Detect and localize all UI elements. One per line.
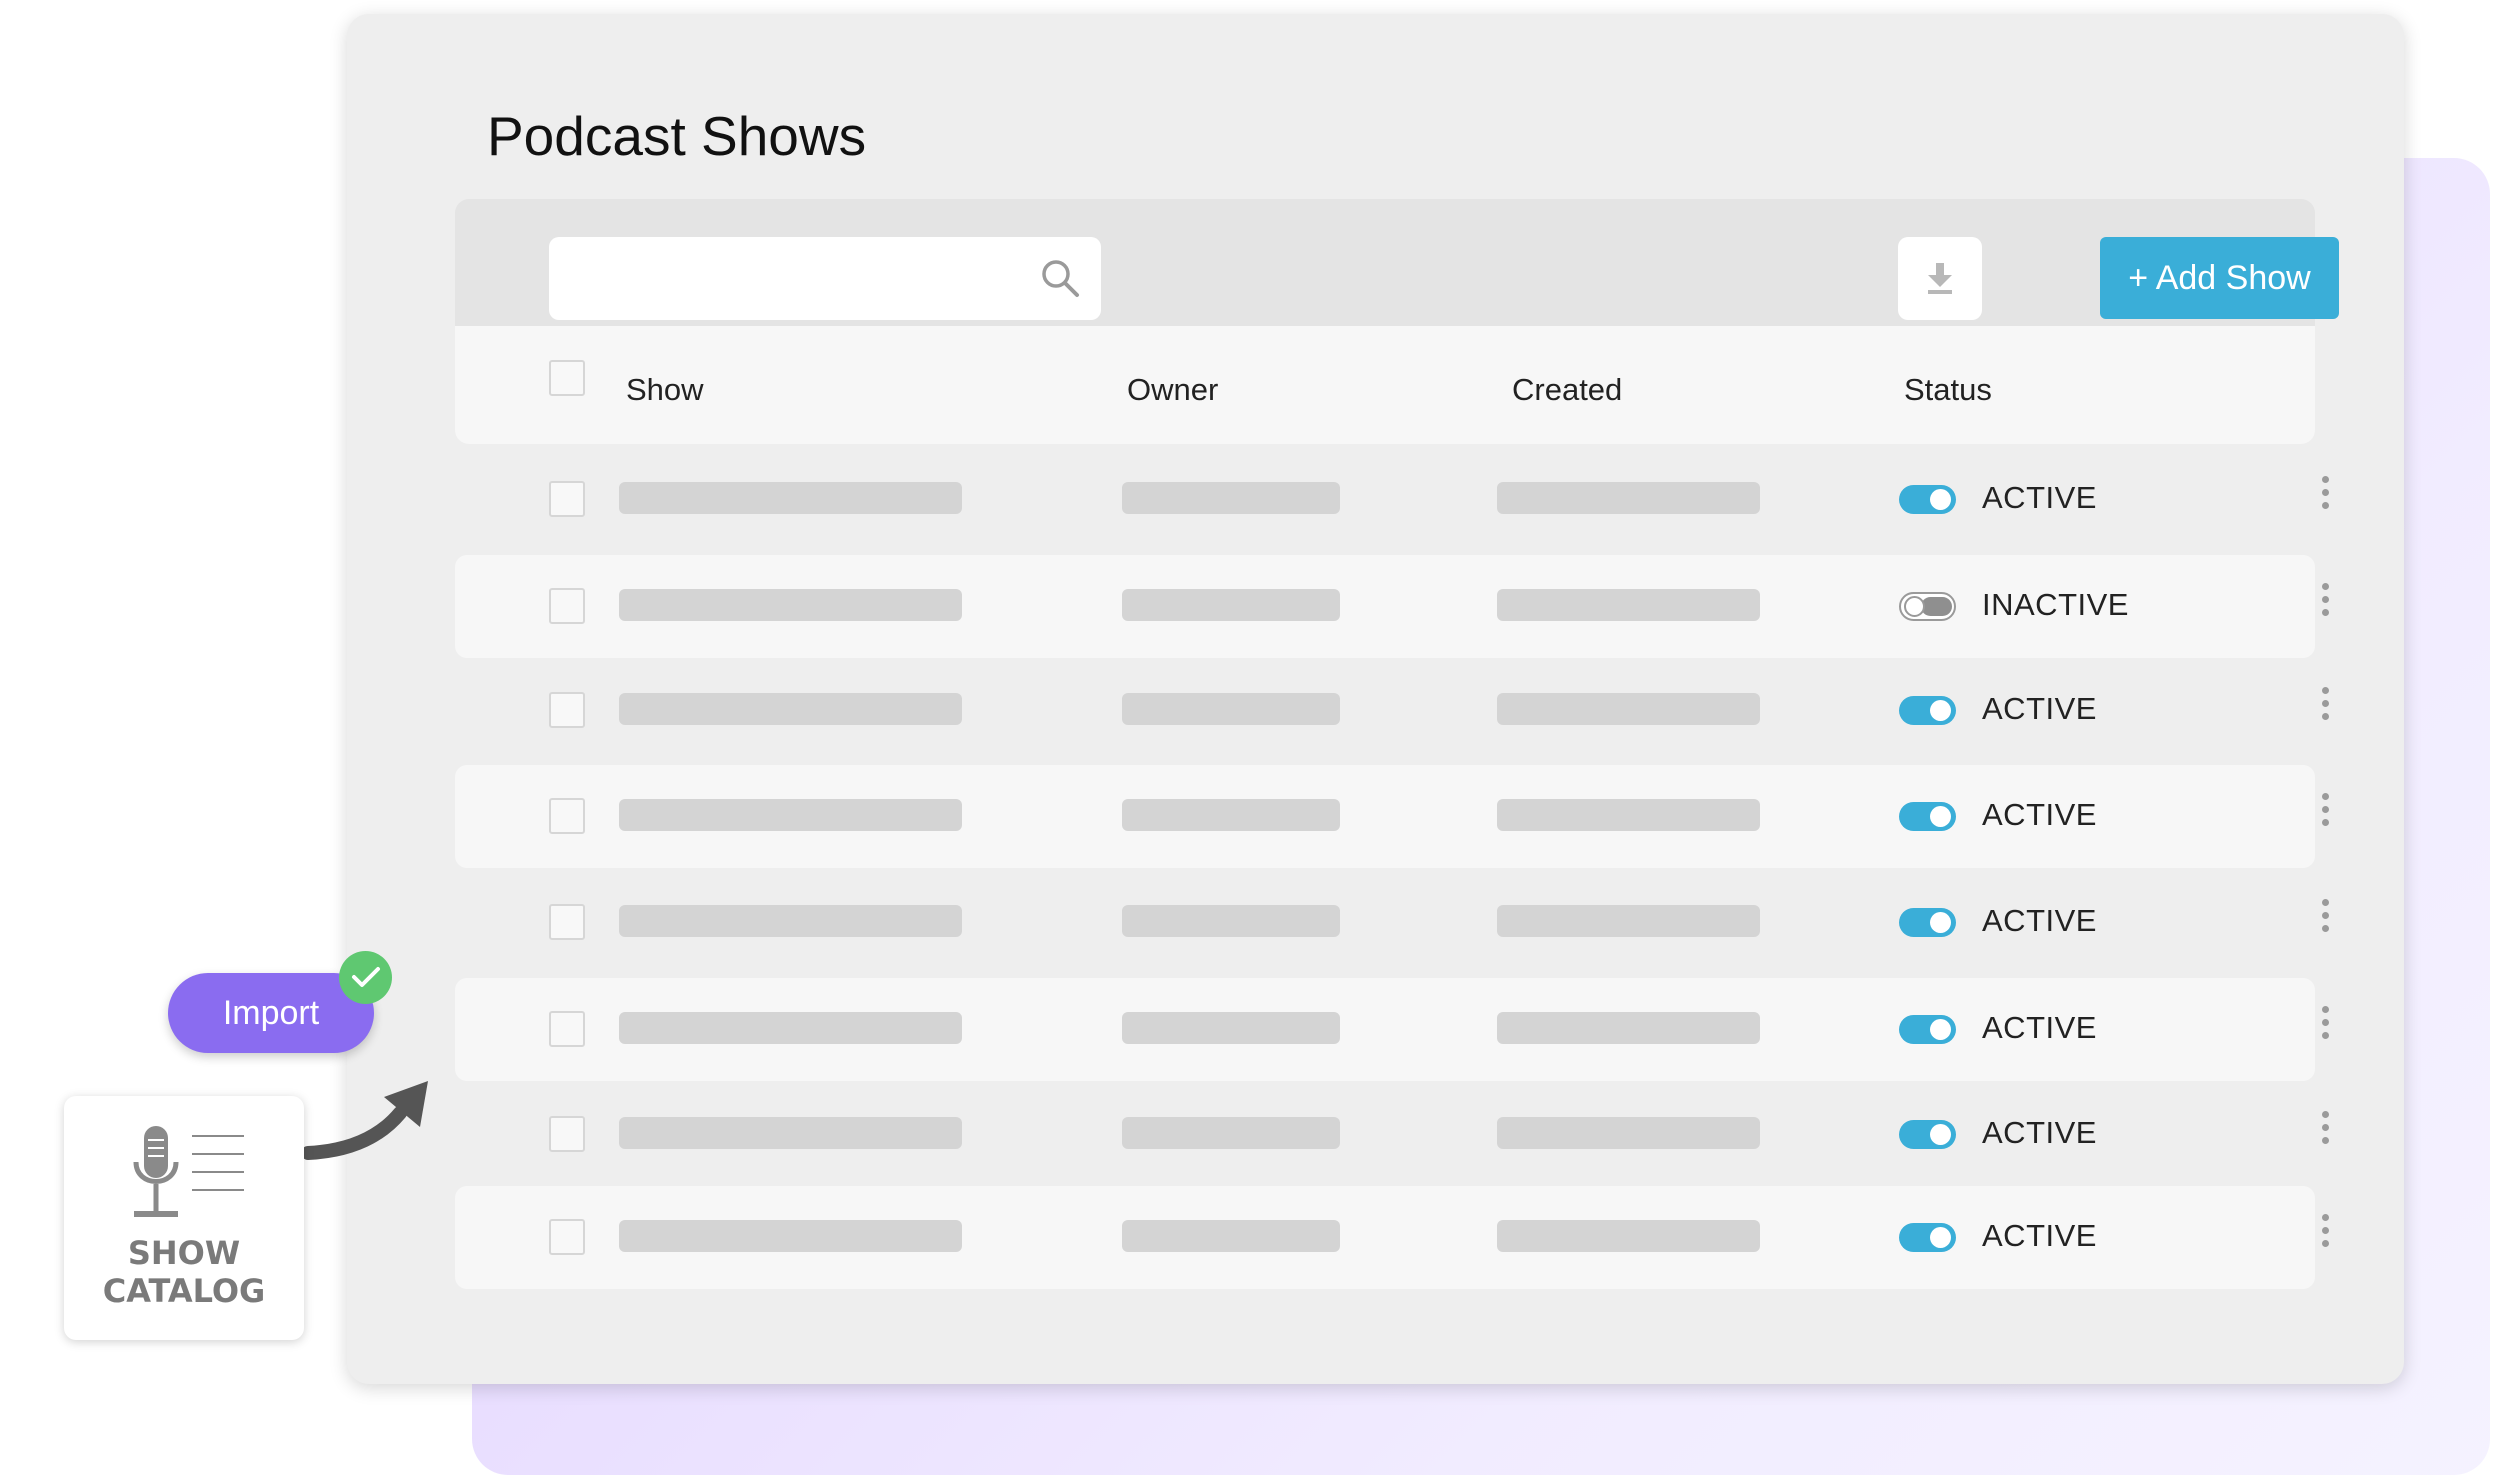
download-icon [1928,263,1952,294]
status-label: ACTIVE [1982,480,2097,515]
created-placeholder [1497,1117,1760,1149]
created-placeholder [1497,1220,1760,1252]
owner-placeholder [1122,482,1340,514]
more-vertical-icon[interactable] [2310,1111,2340,1157]
page-title: Podcast Shows [487,105,867,167]
catalog-line-1: SHOW [127,1234,241,1272]
search-input[interactable] [549,237,1101,320]
table-row[interactable]: ACTIVE [455,978,2329,1081]
status-label: ACTIVE [1982,1218,2097,1253]
created-placeholder [1497,1012,1760,1044]
more-vertical-icon[interactable] [2310,793,2340,839]
table-header: Show Owner Created Status [455,326,2315,444]
status-toggle[interactable] [1899,1015,1956,1044]
show-name-placeholder [619,799,962,831]
table-row[interactable]: ACTIVE [455,765,2329,868]
status-label: ACTIVE [1982,903,2097,938]
show-name-placeholder [619,1012,962,1044]
more-vertical-icon[interactable] [2310,476,2340,522]
show-name-placeholder [619,482,962,514]
table-row[interactable]: ACTIVE [455,448,2329,551]
table-row[interactable]: ACTIVE [455,659,2329,762]
table-row[interactable]: ACTIVE [455,1186,2329,1289]
column-header-created[interactable]: Created [1512,372,1622,408]
status-toggle[interactable] [1899,1120,1956,1149]
table-row[interactable]: INACTIVE [455,555,2329,658]
show-catalog-card: SHOW CATALOG [64,1096,304,1340]
column-header-status[interactable]: Status [1904,372,1992,408]
status-toggle[interactable] [1899,1223,1956,1252]
podcast-shows-panel: Podcast Shows + Add Show Show Owner Crea… [347,14,2404,1384]
download-button[interactable] [1898,237,1982,320]
select-all-checkbox[interactable] [549,360,585,396]
created-placeholder [1497,905,1760,937]
status-toggle[interactable] [1899,802,1956,831]
table-row[interactable]: ACTIVE [455,1083,2329,1186]
created-placeholder [1497,482,1760,514]
row-checkbox[interactable] [549,798,585,834]
show-name-placeholder [619,589,962,621]
owner-placeholder [1122,799,1340,831]
owner-placeholder [1122,1012,1340,1044]
status-label: ACTIVE [1982,1010,2097,1045]
column-header-owner[interactable]: Owner [1127,372,1218,408]
row-checkbox[interactable] [549,481,585,517]
row-checkbox[interactable] [549,692,585,728]
table-toolbar: + Add Show [455,199,2339,326]
more-vertical-icon[interactable] [2310,1006,2340,1052]
more-vertical-icon[interactable] [2310,687,2340,733]
status-toggle[interactable] [1899,908,1956,937]
created-placeholder [1497,693,1760,725]
show-catalog-label: SHOW CATALOG [64,1234,304,1310]
status-toggle[interactable] [1899,485,1956,514]
owner-placeholder [1122,693,1340,725]
created-placeholder [1497,799,1760,831]
status-label: ACTIVE [1982,1115,2097,1150]
add-show-button[interactable]: + Add Show [2100,237,2339,319]
status-label: ACTIVE [1982,691,2097,726]
table-row[interactable]: ACTIVE [455,871,2329,974]
catalog-line-2: CATALOG [102,1272,266,1310]
row-checkbox[interactable] [549,1219,585,1255]
more-vertical-icon[interactable] [2310,583,2340,629]
row-checkbox[interactable] [549,588,585,624]
status-label: ACTIVE [1982,797,2097,832]
status-label: INACTIVE [1982,587,2129,622]
microphone-icon [133,1126,244,1217]
row-checkbox[interactable] [549,1011,585,1047]
curved-arrow-icon [301,1081,428,1160]
show-name-placeholder [619,1220,962,1252]
more-vertical-icon[interactable] [2310,899,2340,945]
status-toggle[interactable] [1899,696,1956,725]
owner-placeholder [1122,905,1340,937]
owner-placeholder [1122,1117,1340,1149]
column-header-show[interactable]: Show [626,372,704,408]
row-checkbox[interactable] [549,1116,585,1152]
show-name-placeholder [619,905,962,937]
owner-placeholder [1122,589,1340,621]
row-checkbox[interactable] [549,904,585,940]
show-name-placeholder [619,693,962,725]
status-toggle[interactable] [1899,592,1956,621]
created-placeholder [1497,589,1760,621]
search-icon [1042,260,1079,297]
check-icon [339,951,392,1004]
more-vertical-icon[interactable] [2310,1214,2340,1260]
owner-placeholder [1122,1220,1340,1252]
show-name-placeholder [619,1117,962,1149]
